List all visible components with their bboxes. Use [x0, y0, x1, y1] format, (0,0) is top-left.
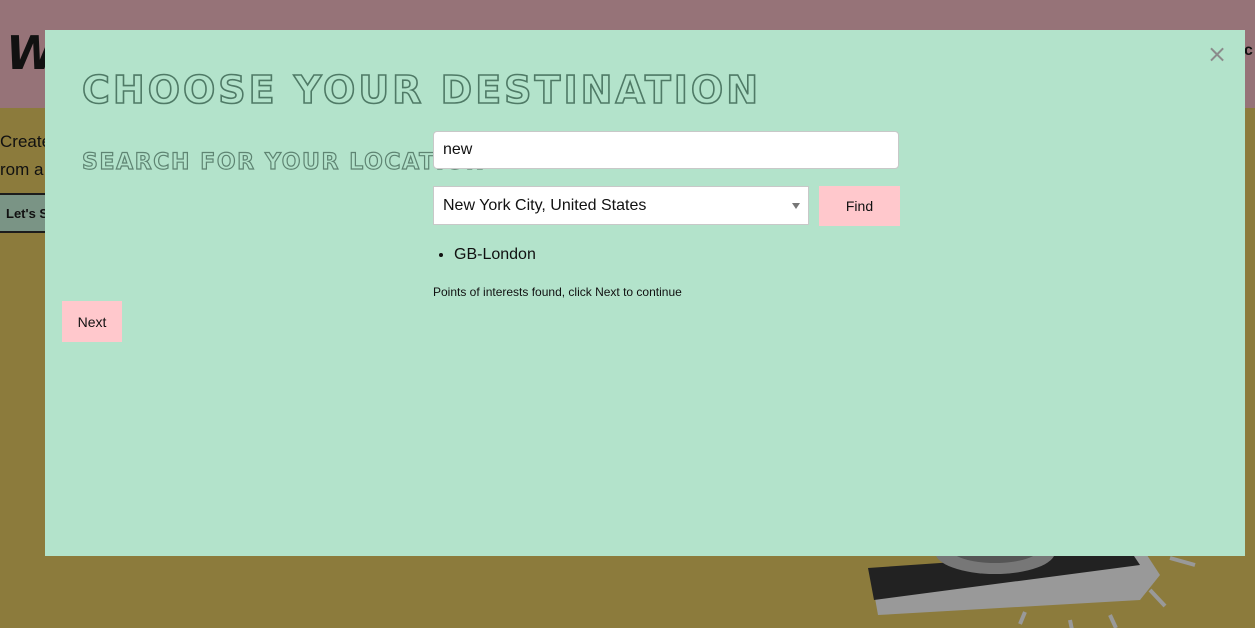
next-button[interactable]: Next: [62, 301, 122, 342]
location-select[interactable]: New York City, United States: [433, 186, 809, 225]
destination-modal: × Choose your destination Search for you…: [45, 30, 1245, 556]
location-select-value: New York City, United States: [443, 197, 647, 214]
close-icon[interactable]: ×: [1206, 42, 1228, 66]
list-item: GB-London: [454, 244, 536, 266]
hero-text-line1: Create: [0, 132, 52, 151]
find-button[interactable]: Find: [819, 186, 900, 226]
hero-text-line2: rom a: [0, 160, 44, 179]
nav-link-fragment[interactable]: c: [1244, 42, 1253, 60]
modal-title: Choose your destination: [81, 67, 762, 113]
chevron-down-icon: [792, 203, 800, 209]
results-list: GB-London: [433, 244, 536, 266]
status-message: Points of interests found, click Next to…: [433, 285, 682, 299]
search-location-heading: Search for your location: [81, 149, 486, 175]
location-search-input[interactable]: [433, 131, 899, 169]
